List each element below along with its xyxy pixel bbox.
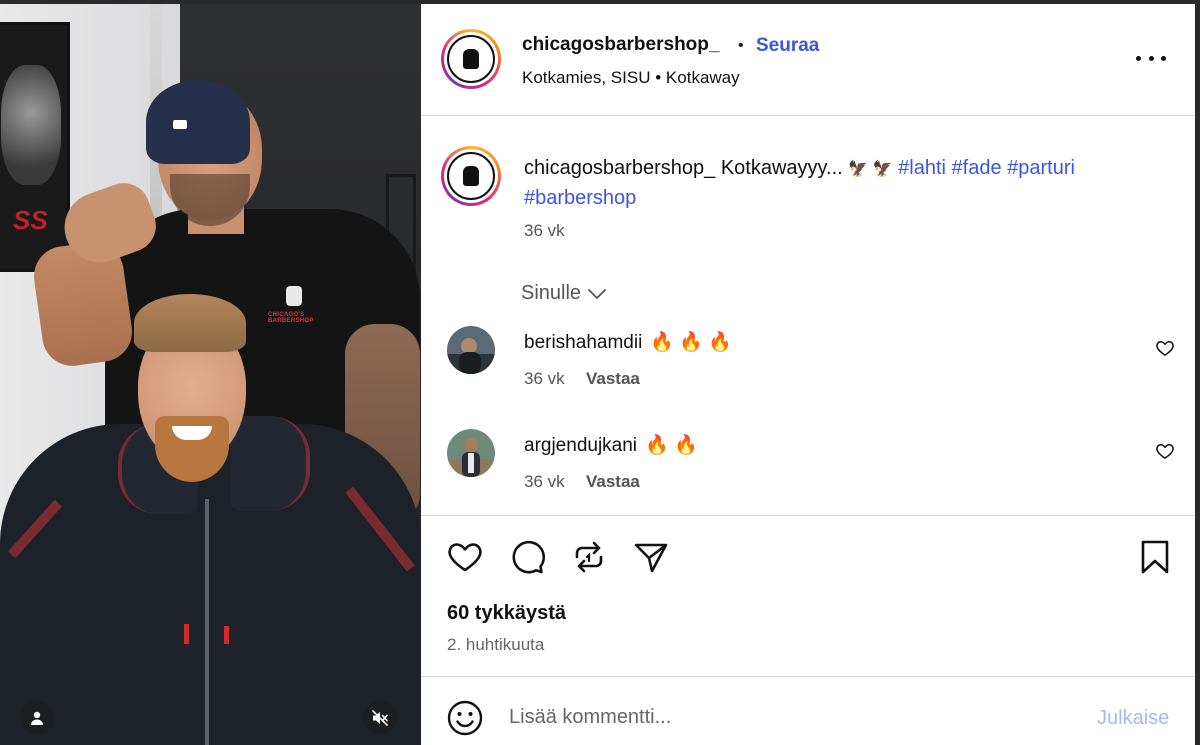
- drawstring: [184, 624, 189, 644]
- post-caption: chicagosbarbershop_ Kotkawayyy... 🦅 🦅 #l…: [524, 154, 1164, 213]
- comment-timestamp: 36 vk: [524, 472, 565, 491]
- repost-icon[interactable]: [569, 537, 609, 577]
- shirt-logo: CHICAGO'S BARBERSHOP: [268, 286, 338, 326]
- commenter-username[interactable]: argjendujkani 🔥 🔥: [524, 433, 698, 457]
- emoji-picker-icon[interactable]: [447, 700, 483, 736]
- user-icon: [31, 711, 43, 725]
- follow-button[interactable]: Seuraa: [756, 35, 819, 57]
- caption-emojis: 🦅 🦅: [848, 161, 893, 178]
- comment-filter-label: Sinulle: [521, 282, 582, 304]
- comment-item: argjendujkani 🔥 🔥 36 vk Vastaa: [421, 429, 1195, 509]
- publish-comment-button[interactable]: Julkaise: [1097, 707, 1169, 730]
- hoodie-zipper: [205, 499, 209, 745]
- poster-graffiti: SS: [13, 205, 48, 235]
- comment-timestamp: 36 vk: [524, 369, 565, 388]
- location-primary[interactable]: Kotkamies, SISU: [522, 68, 651, 87]
- comment-like-heart-icon[interactable]: [1155, 338, 1175, 358]
- reply-button[interactable]: Vastaa: [586, 369, 640, 389]
- comment-input[interactable]: [509, 697, 1069, 737]
- post-media[interactable]: SS CHICAGO'S BARBERSHOP: [0, 4, 421, 745]
- caption-username[interactable]: chicagosbarbershop_: [524, 157, 715, 179]
- hashtag-parturi[interactable]: #parturi: [1007, 157, 1075, 179]
- instagram-post-modal: SS CHICAGO'S BARBERSHOP chicagosbarbersh…: [0, 0, 1200, 745]
- commenter-username[interactable]: berishahamdii 🔥 🔥 🔥: [524, 330, 732, 354]
- drawstring: [224, 626, 229, 644]
- barbershop-logo-icon: [463, 49, 479, 69]
- poster-face: [1, 65, 61, 185]
- like-count[interactable]: 60 tykkäystä: [447, 602, 566, 625]
- hashtag-lahti[interactable]: #lahti: [898, 157, 946, 179]
- barbershop-logo-icon: [463, 166, 479, 186]
- post-side-panel: chicagosbarbershop_ • Seuraa Kotkamies, …: [421, 4, 1195, 745]
- heart-icon[interactable]: [445, 537, 485, 577]
- comment-item: berishahamdii 🔥 🔥 🔥 36 vk Vastaa: [421, 326, 1195, 406]
- wall-poster: SS: [0, 22, 70, 272]
- barber-cap: [146, 80, 250, 164]
- comment-composer: Julkaise: [421, 676, 1195, 745]
- location-secondary[interactable]: Kotkaway: [666, 68, 740, 87]
- separator-dot: •: [738, 37, 744, 54]
- actions-divider: [421, 515, 1195, 516]
- commenter-avatar[interactable]: [447, 326, 495, 374]
- client-hair: [134, 294, 246, 352]
- caption-timestamp: 36 vk: [524, 221, 565, 240]
- send-icon[interactable]: [631, 537, 671, 577]
- reply-button[interactable]: Vastaa: [586, 472, 640, 492]
- author-avatar[interactable]: [441, 29, 501, 89]
- tagged-users-button[interactable]: [20, 701, 54, 735]
- bookmark-icon[interactable]: [1135, 537, 1175, 577]
- post-header: chicagosbarbershop_ • Seuraa Kotkamies, …: [421, 4, 1195, 116]
- muted-speaker-icon: [372, 710, 388, 726]
- chevron-down-icon: [588, 288, 606, 299]
- comment-filter-dropdown[interactable]: Sinulle: [521, 282, 607, 305]
- hood-right: [230, 416, 310, 511]
- commenter-avatar[interactable]: [447, 429, 495, 477]
- location-separator: •: [655, 68, 662, 87]
- hashtag-fade[interactable]: #fade: [952, 157, 1002, 179]
- caption-author-avatar[interactable]: [441, 146, 501, 206]
- comment-text: 🔥 🔥: [645, 435, 698, 456]
- author-username[interactable]: chicagosbarbershop_: [522, 34, 719, 56]
- comment-bubble-icon[interactable]: [507, 537, 547, 577]
- more-options-icon[interactable]: [1136, 46, 1166, 70]
- mute-button[interactable]: [363, 701, 397, 735]
- hashtag-barbershop[interactable]: #barbershop: [524, 187, 636, 209]
- post-location[interactable]: Kotkamies, SISU • Kotkaway: [522, 68, 740, 88]
- comment-like-heart-icon[interactable]: [1155, 441, 1175, 461]
- comment-text: 🔥 🔥 🔥: [650, 332, 732, 353]
- caption-text: Kotkawayyy...: [720, 157, 843, 179]
- post-date: 2. huhtikuuta: [447, 635, 545, 654]
- window-right-edge: [1195, 4, 1200, 745]
